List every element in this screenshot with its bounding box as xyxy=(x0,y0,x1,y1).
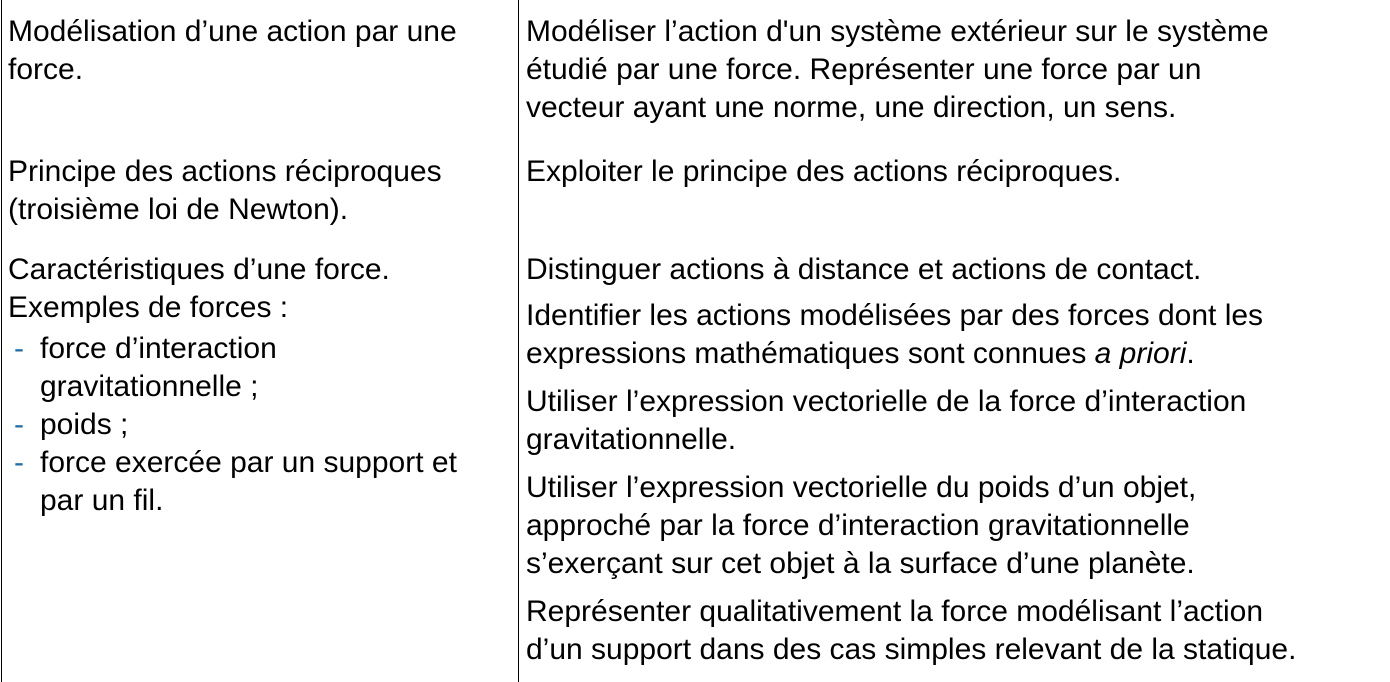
capacity-para-4-line-3: s’exerçant sur cet objet à la surface d’… xyxy=(526,547,1195,580)
capacity-para-1-line-1: Distinguer actions à distance et actions… xyxy=(526,253,1202,286)
column-divider xyxy=(518,0,519,682)
row2-capacity-cell: Exploiter le principe des actions récipr… xyxy=(526,153,1121,191)
bullet-item-2-line-1: poids ; xyxy=(40,408,129,441)
capacity-para-3-line-1: Utiliser l’expression vectorielle de la … xyxy=(526,385,1247,418)
bullet-item-2: - poids ; xyxy=(8,406,457,444)
row3-capacity-para-3: Utiliser l’expression vectorielle de la … xyxy=(526,383,1246,459)
row3-capacity-para-5: Représenter qualitativement la force mod… xyxy=(526,593,1296,669)
curriculum-table: Modélisation d’une action par une force.… xyxy=(0,0,1390,682)
row2-notion-line-1: Principe des actions réciproques xyxy=(8,155,442,188)
bullet-item-3: - force exercée par un support et xyxy=(8,444,457,482)
a-priori-italic: a priori xyxy=(1094,337,1187,370)
a-priori-period: . xyxy=(1186,337,1195,370)
capacity-para-2-line-2-wrap: expressions mathématiques sont connues a… xyxy=(526,335,1263,373)
row3-notion-cell: Caractéristiques d’une force. Exemples d… xyxy=(8,251,457,520)
capacity-para-5-line-2: d’un support dans des cas simples releva… xyxy=(526,633,1297,666)
row3-capacity-para-2: Identifier les actions modélisées par de… xyxy=(526,297,1263,373)
bullet-item-1: - force d’interaction xyxy=(8,330,457,368)
row2-capacity-line-1: Exploiter le principe des actions récipr… xyxy=(526,155,1122,188)
bullet-item-3-cont: par un fil. xyxy=(8,482,457,520)
row3-notion-line-1: Caractéristiques d’une force. xyxy=(8,253,390,286)
capacity-para-4-line-2: approché par la force d’interaction grav… xyxy=(526,509,1190,542)
bullet-item-3-line-1: force exercée par un support et xyxy=(40,446,457,479)
row1-notion-cell: Modélisation d’une action par une force. xyxy=(8,13,457,89)
row1-notion-line-2: force. xyxy=(8,53,84,86)
row3-capacity-para-4: Utiliser l’expression vectorielle du poi… xyxy=(526,469,1196,583)
row1-capacity-line-1: Modéliser l’action d'un système extérieu… xyxy=(526,15,1269,48)
row2-notion-cell: Principe des actions réciproques (troisi… xyxy=(8,153,442,229)
bullet-marker: - xyxy=(14,332,24,365)
bullet-item-1-cont: gravitationnelle ; xyxy=(8,368,457,406)
row1-capacity-line-2: étudié par une force. Représenter une fo… xyxy=(526,53,1202,86)
row1-capacity-line-3: vecteur ayant une norme, une direction, … xyxy=(526,91,1177,124)
bullet-marker: - xyxy=(14,408,24,441)
capacity-para-5-line-1: Représenter qualitativement la force mod… xyxy=(526,595,1264,628)
row3-capacity-cell: Distinguer actions à distance et actions… xyxy=(526,251,1201,289)
table-left-border xyxy=(1,0,2,682)
capacity-para-3-line-2: gravitationnelle. xyxy=(526,423,737,456)
bullet-marker: - xyxy=(14,446,24,479)
bullet-item-1-line-2: gravitationnelle ; xyxy=(40,370,259,403)
row1-notion-line-1: Modélisation d’une action par une xyxy=(8,15,457,48)
capacity-para-4-line-1: Utiliser l’expression vectorielle du poi… xyxy=(526,471,1197,504)
bullet-item-3-line-2: par un fil. xyxy=(40,484,164,517)
capacity-para-2-line-2: expressions mathématiques sont connues xyxy=(526,337,1095,370)
bullet-item-1-line-1: force d’interaction xyxy=(40,332,277,365)
row2-notion-line-2: (troisième loi de Newton). xyxy=(8,193,349,226)
capacity-para-2-line-1: Identifier les actions modélisées par de… xyxy=(526,299,1264,332)
row1-capacity-cell: Modéliser l’action d'un système extérieu… xyxy=(526,13,1269,127)
row3-notion-line-2: Exemples de forces : xyxy=(8,291,289,324)
